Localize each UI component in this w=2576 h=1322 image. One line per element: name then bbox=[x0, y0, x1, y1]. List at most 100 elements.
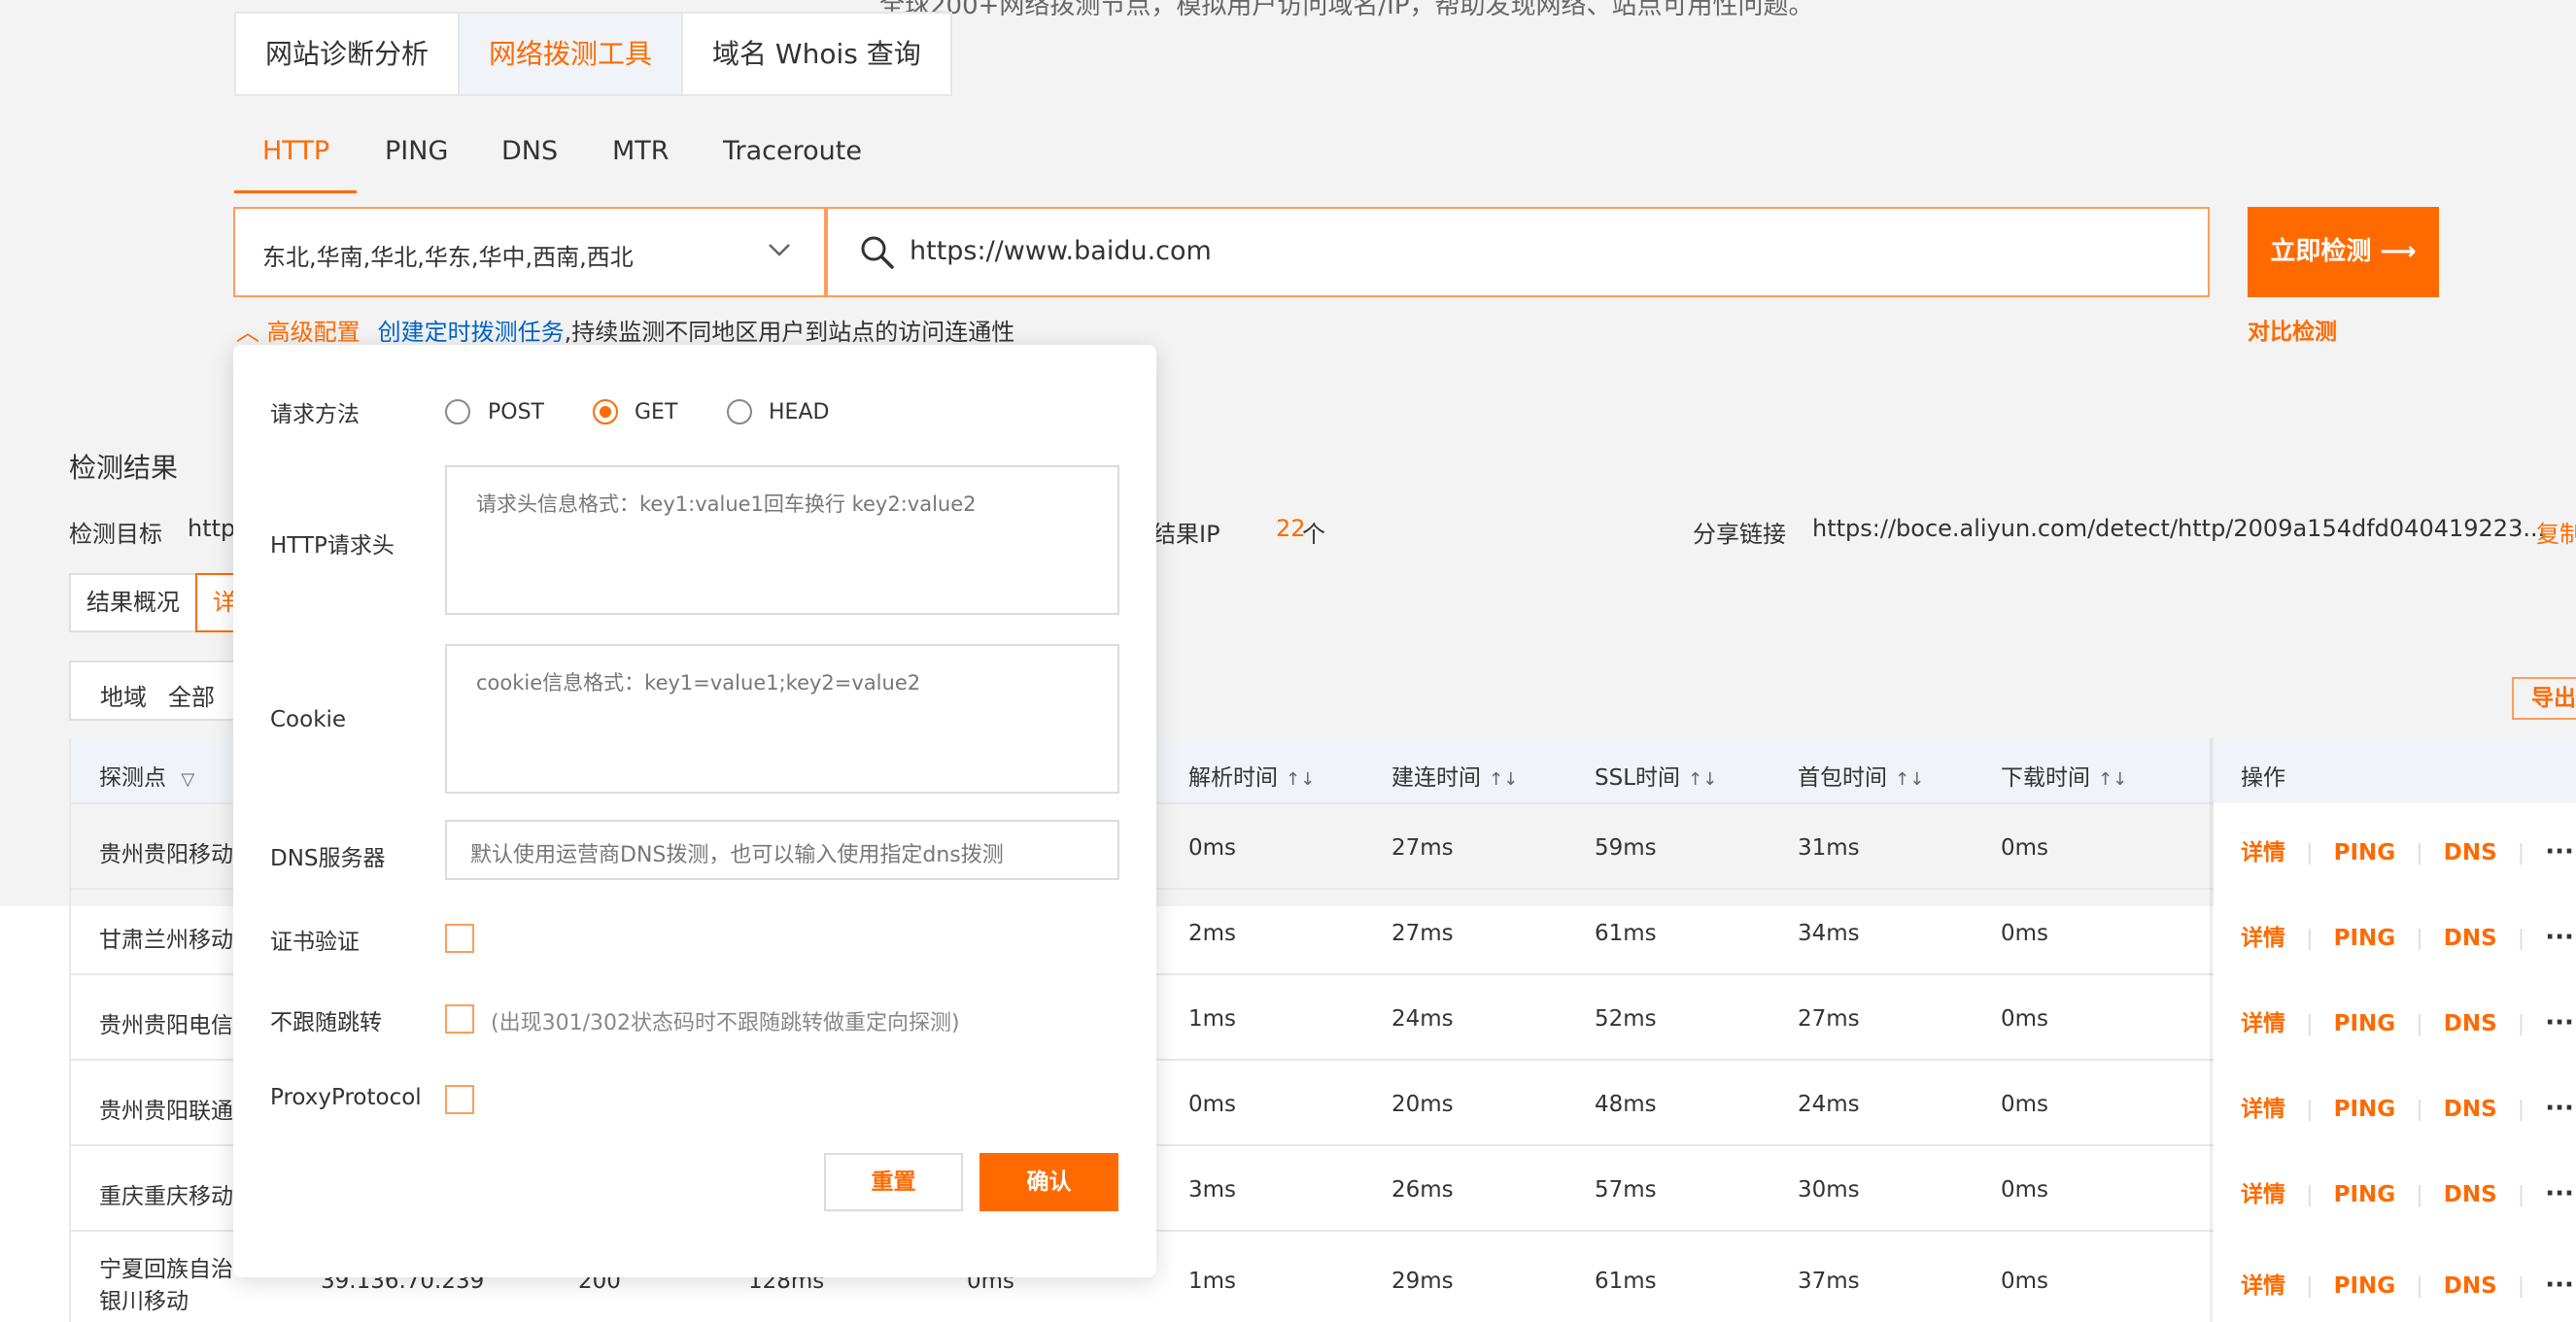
tab-traceroute[interactable]: Traceroute bbox=[723, 136, 862, 166]
tab-mtr[interactable]: MTR bbox=[612, 136, 670, 166]
detail-link[interactable]: 详情 bbox=[2241, 840, 2285, 865]
dns-server-label: DNS服务器 bbox=[270, 846, 386, 871]
more-icon[interactable]: ··· bbox=[2545, 1008, 2574, 1037]
detect-button[interactable]: 立即检测 ⟶ bbox=[2248, 207, 2439, 297]
http-header-label: HTTP请求头 bbox=[270, 533, 395, 559]
detail-link[interactable]: 详情 bbox=[2241, 1097, 2285, 1122]
radio-post[interactable] bbox=[445, 399, 470, 424]
cell-probe: 贵州贵阳移动 bbox=[99, 842, 233, 867]
cert-verify-checkbox[interactable] bbox=[445, 924, 474, 953]
th-ssl[interactable]: SSL时间 ↑↓ bbox=[1595, 759, 1717, 792]
page-subtitle: 全球200+网络拨测节点，模拟用户访问域名/IP，帮助发现网络、站点可用性问题。 bbox=[879, 0, 1814, 20]
dns-link[interactable]: DNS bbox=[2444, 1273, 2497, 1299]
cell-resolve: 0ms bbox=[1188, 835, 1237, 861]
detail-link[interactable]: 详情 bbox=[2241, 1011, 2285, 1036]
row-ops: 详情 | PING | DNS | ··· bbox=[2241, 919, 2574, 952]
row-ops: 详情 | PING | DNS | ··· bbox=[2241, 1090, 2574, 1123]
dns-link[interactable]: DNS bbox=[2444, 1011, 2497, 1036]
ops-separator: | bbox=[2517, 927, 2525, 951]
more-icon[interactable]: ··· bbox=[2545, 1179, 2574, 1208]
cell-ssl: 59ms bbox=[1595, 835, 1657, 861]
cell-probe: 贵州贵阳电信 bbox=[99, 1013, 233, 1038]
detail-link[interactable]: 详情 bbox=[2241, 1273, 2285, 1299]
cell-probe-line2: 银川移动 bbox=[99, 1289, 189, 1314]
reset-button[interactable]: 重置 bbox=[824, 1153, 963, 1211]
th-download[interactable]: 下载时间 ↑↓ bbox=[2001, 759, 2127, 792]
radio-get[interactable] bbox=[593, 399, 618, 424]
sort-icon[interactable]: ↑↓ bbox=[1688, 769, 1717, 790]
ping-link[interactable]: PING bbox=[2334, 840, 2396, 865]
result-view-tabs: 结果概况 详 bbox=[69, 573, 254, 632]
ping-link[interactable]: PING bbox=[2334, 1273, 2396, 1299]
cookie-textarea[interactable]: cookie信息格式：key1=value1;key2=value2 bbox=[445, 644, 1119, 794]
url-input[interactable]: https://www.baidu.com bbox=[826, 207, 2210, 297]
detail-link[interactable]: 详情 bbox=[2241, 1182, 2285, 1207]
row-ops: 详情 | PING | DNS | ··· bbox=[2241, 833, 2574, 866]
ping-link[interactable]: PING bbox=[2334, 1182, 2396, 1207]
tab-whois[interactable]: 域名 Whois 查询 bbox=[683, 14, 950, 94]
sort-icon[interactable]: ↑↓ bbox=[2098, 769, 2127, 790]
ops-separator: | bbox=[2306, 841, 2314, 865]
tab-ping[interactable]: PING bbox=[385, 136, 448, 166]
row-ops: 详情 | PING | DNS | ··· bbox=[2241, 1267, 2574, 1300]
cell-ssl: 52ms bbox=[1595, 1006, 1657, 1032]
compare-detect-link[interactable]: 对比检测 bbox=[2248, 313, 2337, 346]
copy-link[interactable]: 复制 bbox=[2536, 515, 2576, 549]
radio-get-label: GET bbox=[635, 400, 678, 424]
export-button[interactable]: 导出 bbox=[2512, 677, 2576, 720]
tab-site-diagnosis[interactable]: 网站诊断分析 bbox=[236, 14, 461, 94]
ops-separator: | bbox=[2517, 1098, 2525, 1122]
tab-http[interactable]: HTTP bbox=[262, 136, 329, 166]
sort-icon[interactable]: ↑↓ bbox=[1895, 769, 1924, 790]
sort-icon[interactable]: ↑↓ bbox=[1286, 769, 1315, 790]
share-link-url[interactable]: https://boce.aliyun.com/detect/http/2009… bbox=[1812, 515, 2545, 542]
cell-first-byte: 27ms bbox=[1798, 1006, 1860, 1032]
region-select[interactable]: 东北,华南,华北,华东,华中,西南,西北 bbox=[233, 207, 826, 297]
tab-network-probe[interactable]: 网络拨测工具 bbox=[460, 14, 684, 94]
advanced-config-popup: 请求方法 POST GET HEAD HTTP请求头 请求头信息格式：key1:… bbox=[233, 345, 1156, 1277]
proxy-protocol-checkbox[interactable] bbox=[445, 1085, 474, 1114]
radio-head[interactable] bbox=[727, 399, 752, 424]
cell-resolve: 0ms bbox=[1188, 1092, 1237, 1117]
more-icon[interactable]: ··· bbox=[2545, 1094, 2574, 1123]
radio-post-label: POST bbox=[488, 400, 544, 424]
dns-link[interactable]: DNS bbox=[2444, 840, 2497, 865]
tab-dns[interactable]: DNS bbox=[501, 136, 558, 166]
cell-first-byte: 37ms bbox=[1798, 1269, 1860, 1294]
share-link-label: 分享链接 bbox=[1693, 521, 1786, 548]
cell-resolve: 3ms bbox=[1188, 1177, 1237, 1203]
http-header-textarea[interactable]: 请求头信息格式：key1:value1回车换行 key2:value2 bbox=[445, 465, 1119, 615]
dns-server-input[interactable]: 默认使用运营商DNS拨测，也可以输入使用指定dns拨测 bbox=[445, 820, 1119, 880]
ops-separator: | bbox=[2306, 1012, 2314, 1036]
more-icon[interactable]: ··· bbox=[2545, 1271, 2574, 1300]
no-redirect-checkbox[interactable] bbox=[445, 1004, 474, 1034]
ping-link[interactable]: PING bbox=[2334, 1097, 2396, 1122]
create-scheduled-task-link[interactable]: 创建定时拨测任务 bbox=[378, 319, 565, 346]
ping-link[interactable]: PING bbox=[2334, 926, 2396, 951]
th-first-byte[interactable]: 首包时间 ↑↓ bbox=[1798, 759, 1924, 792]
dns-link[interactable]: DNS bbox=[2444, 1182, 2497, 1207]
table-left-border bbox=[69, 738, 71, 1322]
th-resolve[interactable]: 解析时间 ↑↓ bbox=[1188, 759, 1315, 792]
cell-connect: 27ms bbox=[1391, 835, 1454, 861]
ping-link[interactable]: PING bbox=[2334, 1011, 2396, 1036]
confirm-button[interactable]: 确认 bbox=[979, 1153, 1118, 1211]
th-probe[interactable]: 探测点 ▽ bbox=[99, 759, 194, 792]
advanced-config-toggle[interactable]: ︿ 高级配置 bbox=[236, 319, 361, 346]
th-first-byte-label: 首包时间 bbox=[1798, 765, 1887, 791]
detail-link[interactable]: 详情 bbox=[2241, 926, 2285, 951]
filter-icon[interactable]: ▽ bbox=[181, 769, 194, 790]
ops-separator: | bbox=[2416, 841, 2423, 865]
tab-result-overview[interactable]: 结果概况 bbox=[71, 575, 197, 630]
more-icon[interactable]: ··· bbox=[2545, 923, 2574, 952]
sort-icon[interactable]: ↑↓ bbox=[1489, 769, 1518, 790]
more-icon[interactable]: ··· bbox=[2545, 837, 2574, 866]
region-filter-label: 地域 bbox=[100, 684, 147, 711]
ip-count-value: 22 bbox=[1276, 515, 1306, 542]
ops-separator: | bbox=[2306, 927, 2314, 951]
ops-separator: | bbox=[2517, 1183, 2525, 1207]
dns-link[interactable]: DNS bbox=[2444, 1097, 2497, 1122]
th-probe-label: 探测点 bbox=[99, 765, 166, 791]
dns-link[interactable]: DNS bbox=[2444, 926, 2497, 951]
th-connect[interactable]: 建连时间 ↑↓ bbox=[1391, 759, 1518, 792]
